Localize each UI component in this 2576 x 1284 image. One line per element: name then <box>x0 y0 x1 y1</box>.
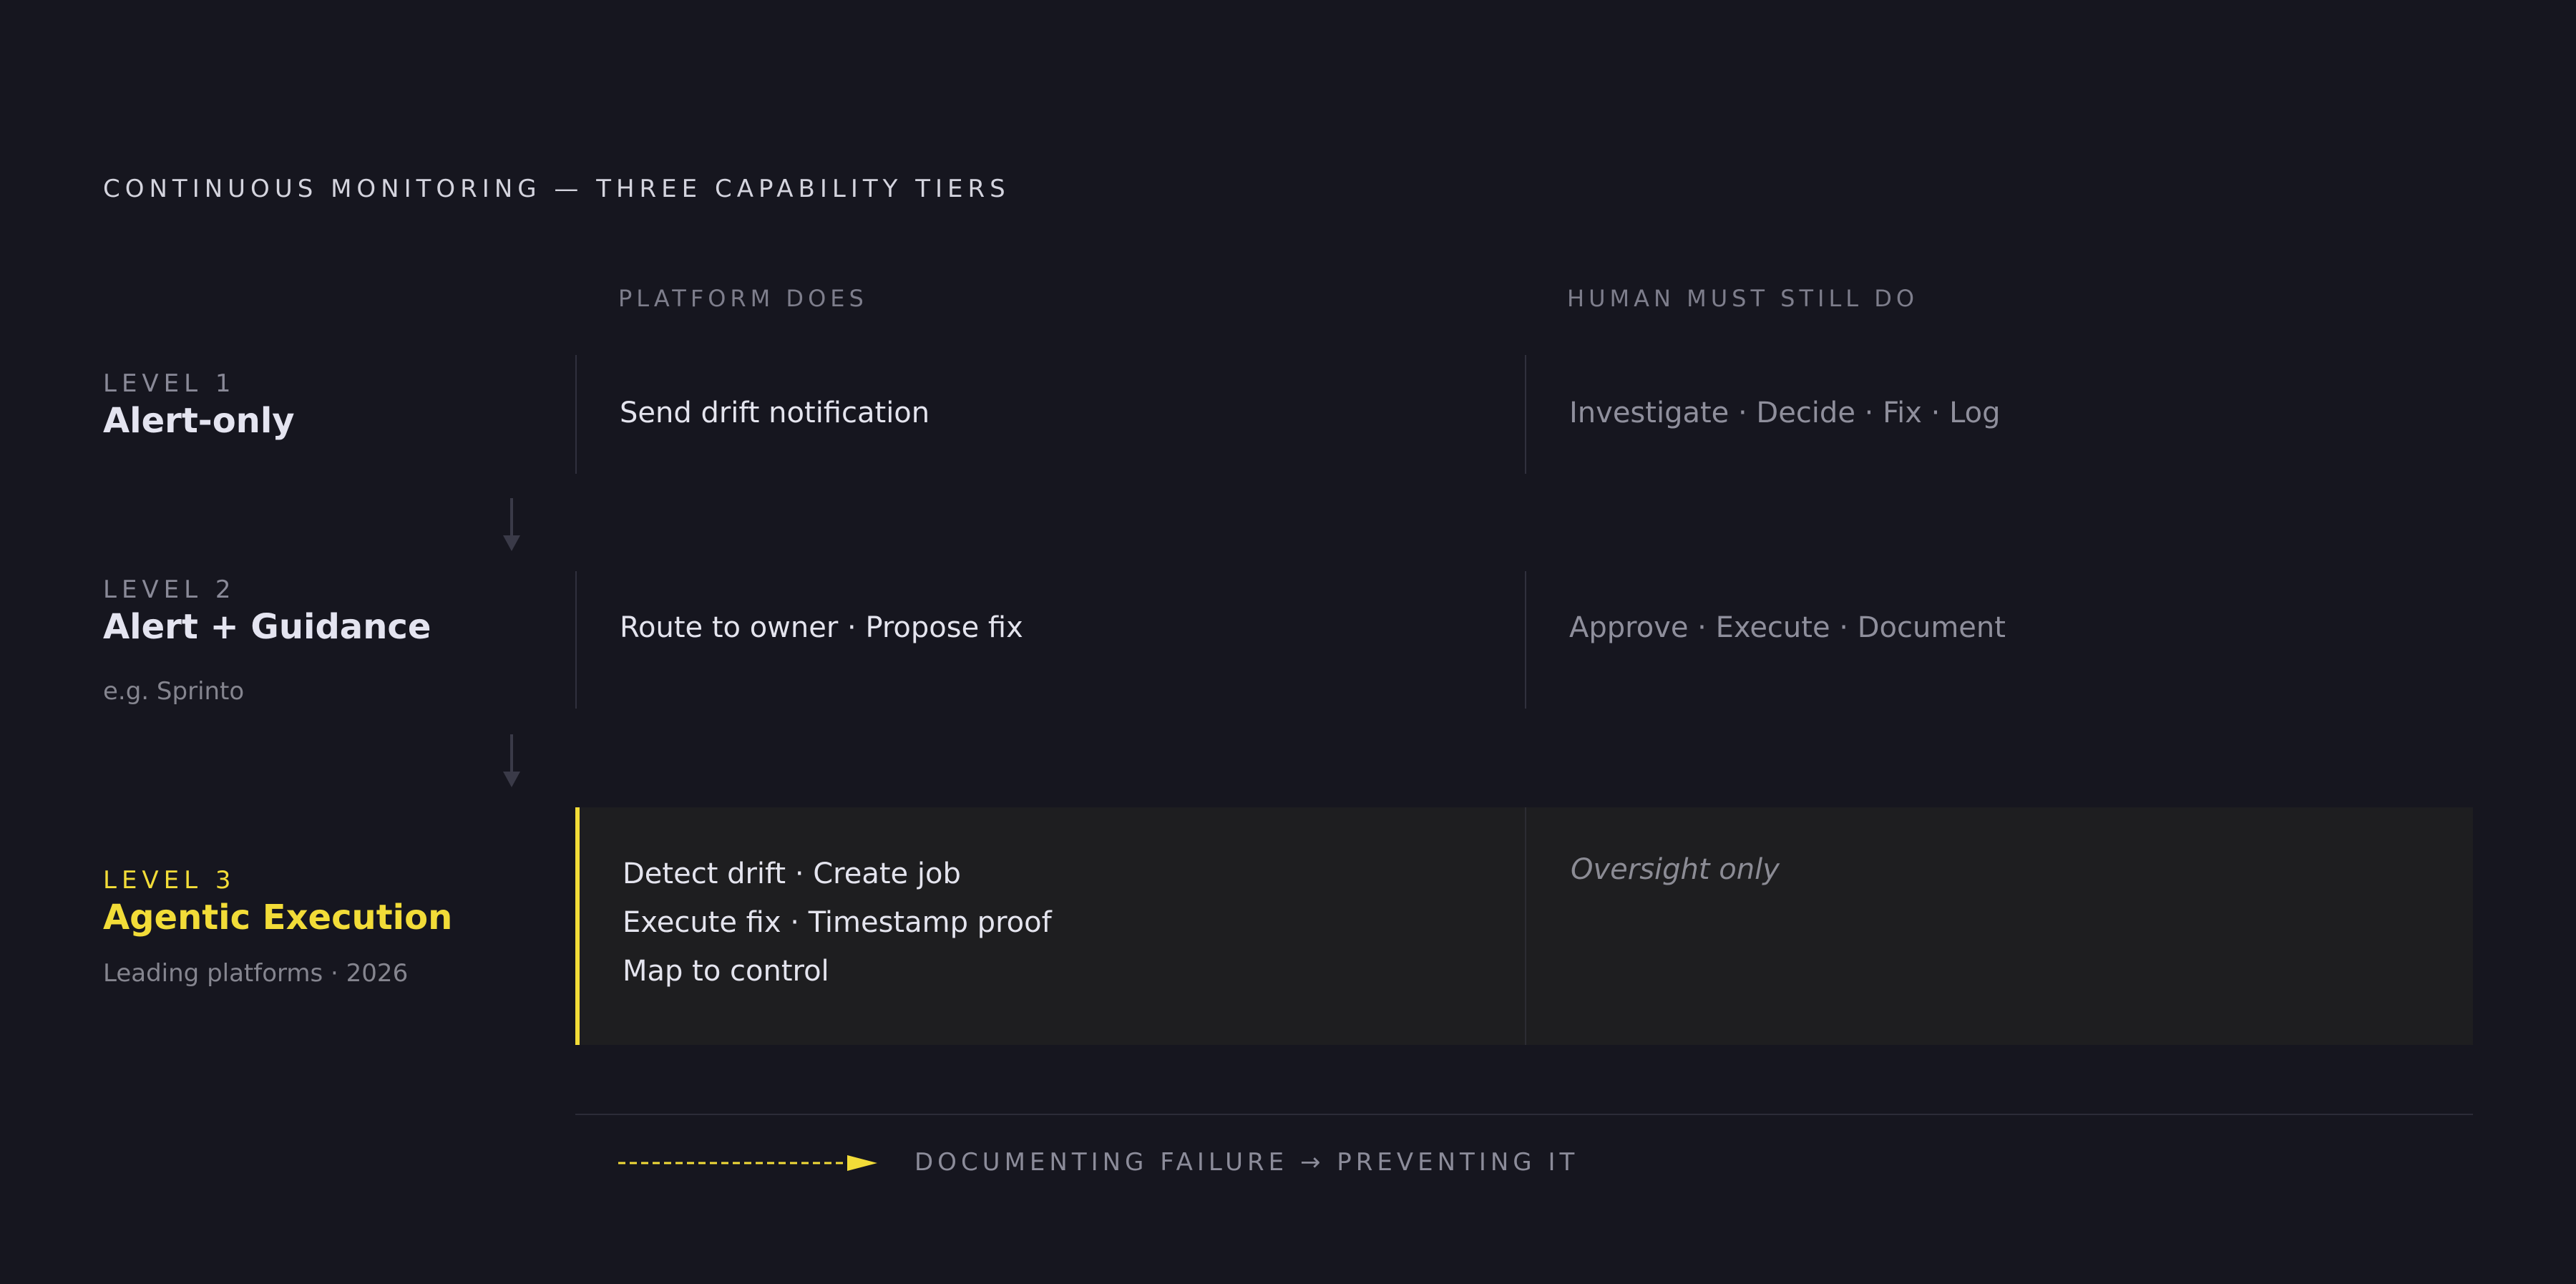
dashed-arrow-icon <box>618 1155 877 1171</box>
level-name: Agentic Execution <box>103 898 453 938</box>
level-kicker: LEVEL 2 <box>103 575 236 604</box>
level-kicker: LEVEL 3 <box>103 866 236 895</box>
arrow-down-icon <box>503 498 520 551</box>
platform-action-line: Detect drift · Create job <box>623 857 961 890</box>
platform-action-line: Execute fix · Timestamp proof <box>623 906 1052 939</box>
row-divider-human <box>1525 355 1526 474</box>
row-divider-platform <box>575 571 577 709</box>
arrow-down-icon <box>503 734 520 787</box>
tier-3-accent-bar <box>575 807 580 1045</box>
row-divider-human <box>1525 571 1526 709</box>
level-name: Alert + Guidance <box>103 607 431 647</box>
column-header-human: HUMAN MUST STILL DO <box>1567 285 1919 312</box>
column-header-platform: PLATFORM DOES <box>618 285 868 312</box>
human-actions: Approve · Execute · Document <box>1569 611 2006 644</box>
row-divider-platform <box>575 355 577 474</box>
level-name: Alert-only <box>103 401 295 441</box>
platform-actions: Route to owner · Propose fix <box>620 611 1023 644</box>
page-title: CONTINUOUS MONITORING — THREE CAPABILITY… <box>103 175 1010 203</box>
human-actions: Investigate · Decide · Fix · Log <box>1569 397 2001 429</box>
footer-caption: DOCUMENTING FAILURE → PREVENTING IT <box>914 1148 1579 1177</box>
level-example: e.g. Sprinto <box>103 677 245 706</box>
row-divider-human <box>1525 807 1526 1045</box>
level-kicker: LEVEL 1 <box>103 369 236 398</box>
footer-divider <box>575 1114 2473 1115</box>
level-note: Leading platforms · 2026 <box>103 959 409 988</box>
human-actions: Oversight only <box>1571 853 1780 886</box>
platform-action-line: Map to control <box>623 955 829 988</box>
platform-actions: Send drift notification <box>620 397 930 429</box>
